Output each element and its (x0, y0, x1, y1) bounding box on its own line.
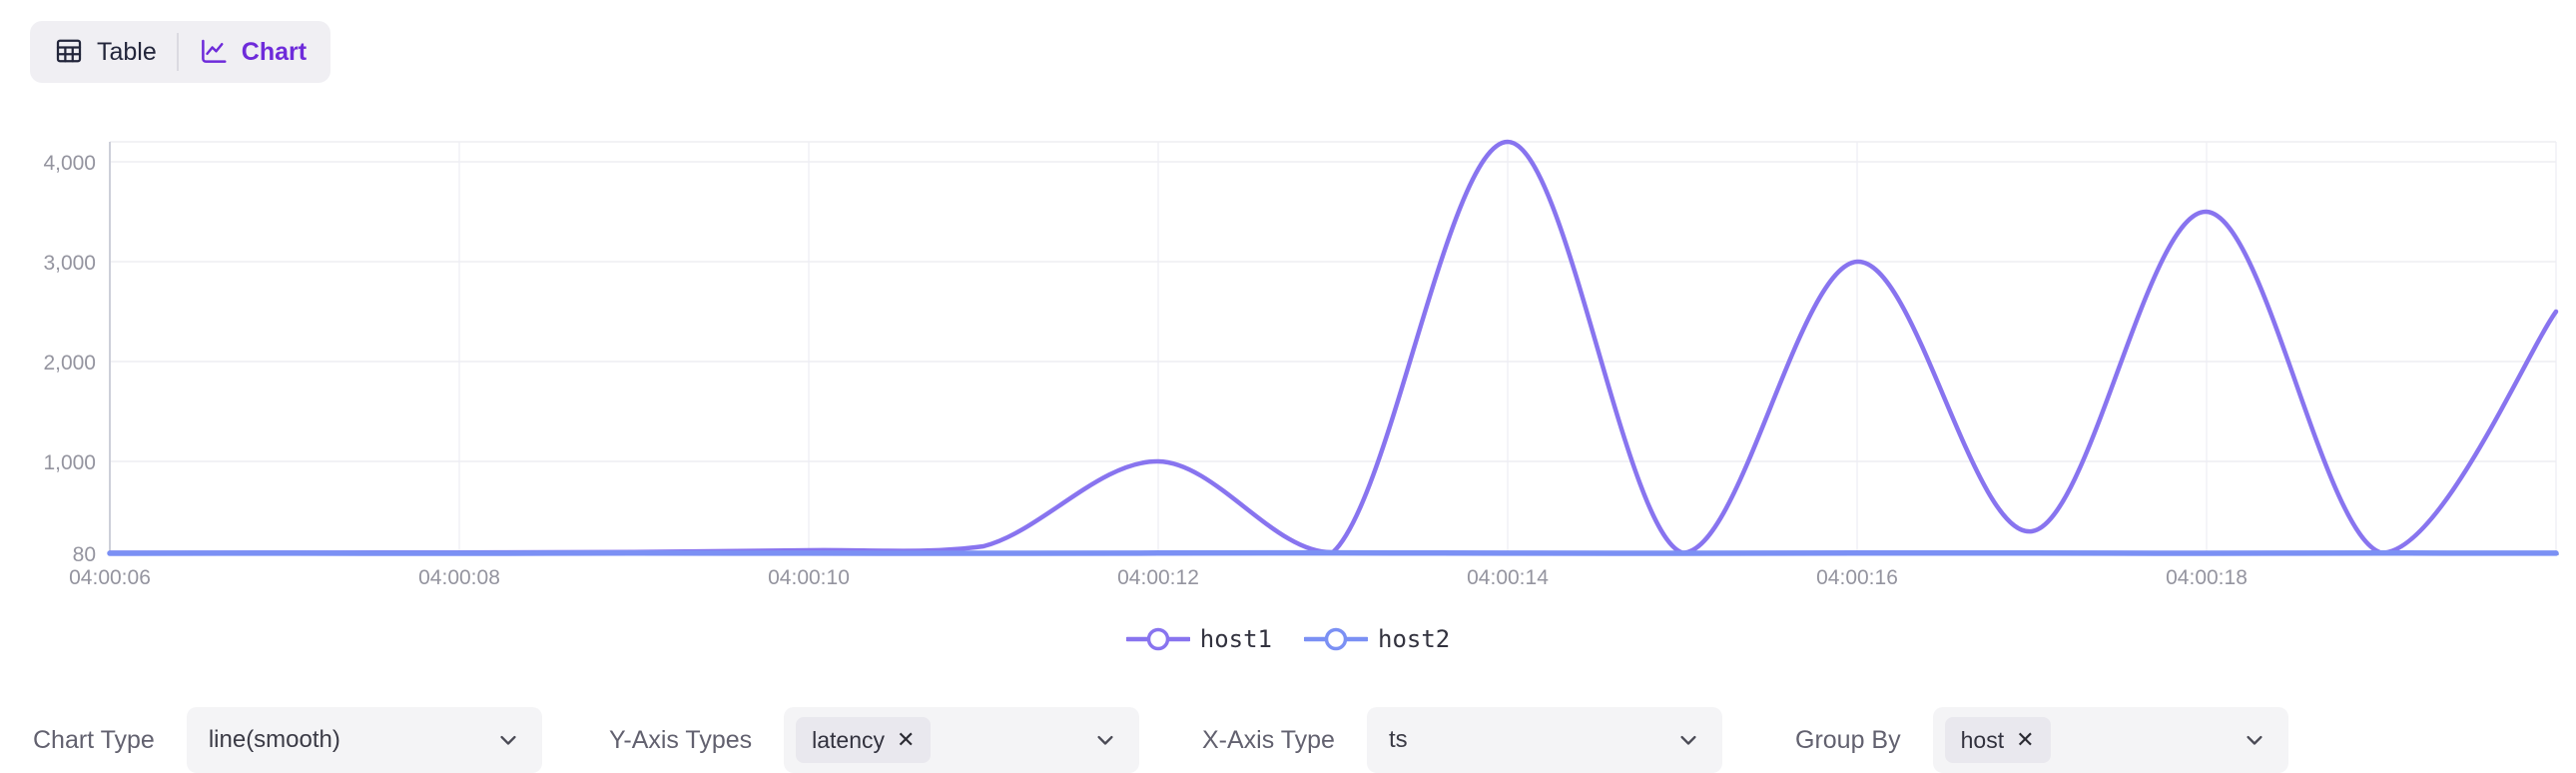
chevron-down-icon[interactable] (2241, 726, 2268, 754)
svg-text:2,000: 2,000 (43, 352, 96, 375)
legend-marker-host1 (1126, 625, 1190, 653)
legend-label-host1: host1 (1200, 625, 1272, 653)
group-by-control: Group By host ✕ (1795, 707, 2288, 773)
chart-type-value: line(smooth) (209, 726, 340, 754)
remove-latency-icon[interactable]: ✕ (897, 729, 915, 751)
x-axis-type-value: ts (1389, 726, 1408, 754)
chevron-down-icon[interactable] (1674, 726, 1702, 754)
host-tag-text: host (1961, 727, 2004, 754)
line-chart-canvas[interactable]: 80 1,000 2,000 3,000 4,000 04:00:06 04:00:08 04… (0, 0, 2576, 619)
host-tag: host ✕ (1945, 717, 2051, 763)
svg-text:04:00:08: 04:00:08 (418, 566, 500, 589)
chart-type-label: Chart Type (33, 726, 155, 755)
x-axis-type-control: X-Axis Type ts (1202, 707, 1722, 773)
chevron-down-icon[interactable] (1091, 726, 1119, 754)
chart-type-select[interactable]: line(smooth) (187, 707, 542, 773)
latency-tag: latency ✕ (796, 717, 931, 763)
y-axis-types-control: Y-Axis Types latency ✕ (609, 707, 1139, 773)
svg-text:80: 80 (73, 543, 96, 566)
chart-view-page: Table Chart 801,0002,0003,0004,00004:00:… (0, 0, 2576, 773)
x-axis-type-select[interactable]: ts (1367, 707, 1722, 773)
legend-item-host2[interactable]: host2 (1304, 625, 1450, 653)
chart-type-control: Chart Type line(smooth) (33, 707, 542, 773)
svg-text:04:00:18: 04:00:18 (2166, 566, 2248, 589)
x-axis-type-label: X-Axis Type (1202, 726, 1335, 755)
group-by-select[interactable]: host ✕ (1933, 707, 2288, 773)
group-by-label: Group By (1795, 726, 1901, 755)
latency-tag-text: latency (812, 727, 885, 754)
svg-text:1,000: 1,000 (43, 451, 96, 474)
svg-text:04:00:14: 04:00:14 (1467, 566, 1549, 589)
legend-label-host2: host2 (1378, 625, 1450, 653)
legend-marker-host2 (1304, 625, 1368, 653)
svg-text:04:00:10: 04:00:10 (768, 566, 850, 589)
svg-text:3,000: 3,000 (43, 252, 96, 275)
y-axis-types-label: Y-Axis Types (609, 726, 752, 755)
chevron-down-icon[interactable] (494, 726, 522, 754)
remove-host-icon[interactable]: ✕ (2016, 729, 2034, 751)
svg-text:4,000: 4,000 (43, 152, 96, 175)
legend-item-host1[interactable]: host1 (1126, 625, 1272, 653)
svg-text:04:00:06: 04:00:06 (69, 566, 151, 589)
chart-legend: host1 host2 (0, 625, 2576, 653)
y-axis-types-select[interactable]: latency ✕ (784, 707, 1139, 773)
svg-text:04:00:16: 04:00:16 (1816, 566, 1898, 589)
svg-text:04:00:12: 04:00:12 (1117, 566, 1199, 589)
